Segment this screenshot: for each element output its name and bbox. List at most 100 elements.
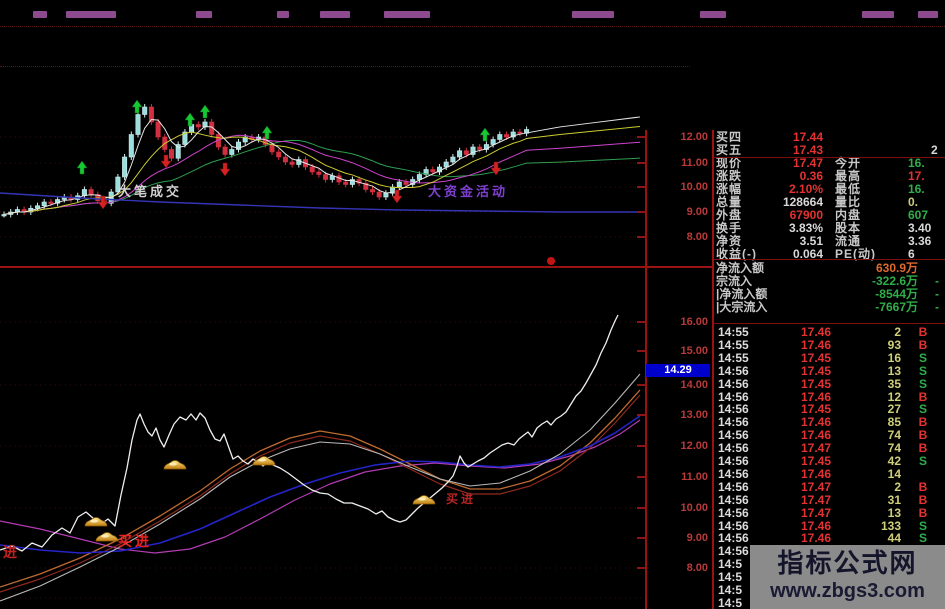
y-axis-label: 12.00 [680, 131, 708, 143]
y-axis-label: 8.00 [686, 562, 708, 574]
buy-arrow-icon [199, 104, 211, 119]
trade-volume: 14 [887, 466, 901, 481]
tick-mark [637, 350, 646, 352]
indicator-line [0, 419, 641, 554]
trade-row[interactable]: 14:56 17.45 13 S [713, 363, 945, 378]
buy-arrow-icon [479, 127, 491, 142]
watermark-site-name: 指标公式网 [777, 548, 918, 578]
watermark-url: www.zbgs3.com [770, 580, 925, 602]
y-axis-label: 9.00 [686, 532, 708, 544]
buy-arrow-icon [184, 112, 196, 127]
tick-mark [637, 476, 646, 478]
menu-item[interactable] [384, 11, 430, 18]
tick-mark [637, 136, 646, 138]
current-price-tag: 14.29 [646, 364, 710, 377]
trade-volume: 13 [887, 363, 901, 378]
indicator-chart[interactable]: 买进买进买进 [0, 268, 645, 609]
flow-value: -7667万 [875, 300, 918, 314]
marker-dot [547, 257, 555, 265]
tick-mark [637, 162, 646, 164]
gold-ingot-icon [163, 460, 187, 470]
tick-mark [637, 384, 646, 386]
panel-divider-line [713, 157, 945, 158]
menu-item[interactable] [320, 11, 350, 18]
menu-item[interactable] [33, 11, 47, 18]
menu-item[interactable] [196, 11, 212, 18]
menu-item[interactable] [66, 11, 116, 18]
y-axis-label: 15.00 [680, 345, 708, 357]
trade-row[interactable]: 14:56 17.45 35 S [713, 376, 945, 391]
trade-price: 17.45 [800, 350, 831, 365]
trade-time: 14:56 [718, 505, 749, 520]
buy-signal-label: 买进 [0, 544, 20, 560]
quote-extra: 2 [931, 143, 938, 157]
trade-volume: 2 [894, 479, 901, 494]
trade-side-indicator: B [918, 505, 928, 520]
trade-time: 14:5 [718, 595, 743, 609]
gold-ingot-icon [95, 532, 119, 542]
y-axis-label: 9.00 [686, 206, 708, 218]
watermark: 指标公式网 www.zbgs3.com [750, 545, 945, 609]
trade-side-indicator: B [918, 492, 928, 507]
y-axis-label: 10.00 [680, 502, 708, 514]
trade-row[interactable]: 14:55 17.45 16 S [713, 350, 945, 365]
panel-divider-line [713, 323, 945, 324]
trade-side-indicator: S [918, 376, 927, 391]
trade-price: 17.45 [800, 376, 831, 391]
trade-price: 17.46 [800, 466, 831, 481]
menu-item[interactable] [572, 11, 614, 18]
chart-divider [0, 266, 713, 268]
tick-mark [637, 507, 646, 509]
trade-side-indicator: S [918, 350, 927, 365]
trade-volume: 35 [887, 376, 901, 391]
trade-time: 14:56 [718, 363, 749, 378]
trade-time: 14:56 [718, 492, 749, 507]
indicator-line [0, 373, 641, 602]
y-axis-label: 12.00 [680, 440, 708, 452]
tick-mark [637, 414, 646, 416]
quote-panel: 买四 17.44 买五 17.43 2 现价 17.47 今开 16. 涨跌 0.36 最高 17. 涨幅… [713, 0, 945, 609]
tick-mark [637, 211, 646, 213]
trade-price: 17.47 [800, 505, 831, 520]
annotation-big-money: 大资金活动 [428, 184, 508, 199]
tick-mark [637, 567, 646, 569]
trade-row[interactable]: 14:56 17.47 31 B [713, 492, 945, 507]
trade-price: 17.45 [800, 363, 831, 378]
trade-row[interactable]: 14:55 17.46 93 B [713, 337, 945, 352]
quote-row: 买四 17.44 [713, 131, 945, 144]
trade-row[interactable]: 14:56 17.47 13 B [713, 505, 945, 520]
annotation-big-trade: 大笔成交 [118, 184, 182, 199]
trade-price: 17.47 [800, 479, 831, 494]
trade-side-indicator: B [918, 337, 928, 352]
y-axis-label: 14.00 [680, 379, 708, 391]
y-axis-label: 13.00 [680, 409, 708, 421]
tick-mark [637, 537, 646, 539]
trade-row[interactable]: 14:56 17.46 14 [713, 466, 945, 481]
y-axis-label: 11.00 [681, 157, 708, 169]
buy-signal-label: 买进 [118, 533, 152, 549]
candlestick-chart[interactable]: 大笔成交 大资金活动 [0, 28, 645, 266]
trade-time: 14:56 [718, 479, 749, 494]
trade-volume: 31 [887, 492, 901, 507]
candlesticks [1, 104, 530, 218]
gold-ingot-icon [84, 517, 108, 527]
sell-arrow-icon [490, 161, 502, 176]
trade-volume: 93 [887, 337, 901, 352]
panel-divider-line [713, 259, 945, 260]
trade-row[interactable]: 14:56 17.47 2 B [713, 479, 945, 494]
money-flow-row: |大宗流入 -7667万 - [713, 301, 945, 314]
trade-side-indicator: S [918, 454, 927, 468]
y-axis-label: 8.00 [686, 231, 708, 243]
trade-side-indicator: S [918, 363, 927, 378]
tick-mark [637, 186, 646, 188]
tick-mark [637, 236, 646, 238]
trade-volume: 13 [887, 505, 901, 520]
trading-terminal: 大笔成交大资金活动 买进买进买进 12.0011.0010.009.008.00… [0, 0, 945, 609]
tick-mark [637, 445, 646, 447]
trade-side-indicator: B [918, 479, 928, 494]
trade-time: 14:56 [718, 466, 749, 481]
menu-item[interactable] [277, 11, 289, 18]
trade-time: 14:55 [718, 350, 749, 365]
y-axis-label: 16.00 [680, 316, 708, 328]
y-axis-label: 10.00 [680, 181, 708, 193]
